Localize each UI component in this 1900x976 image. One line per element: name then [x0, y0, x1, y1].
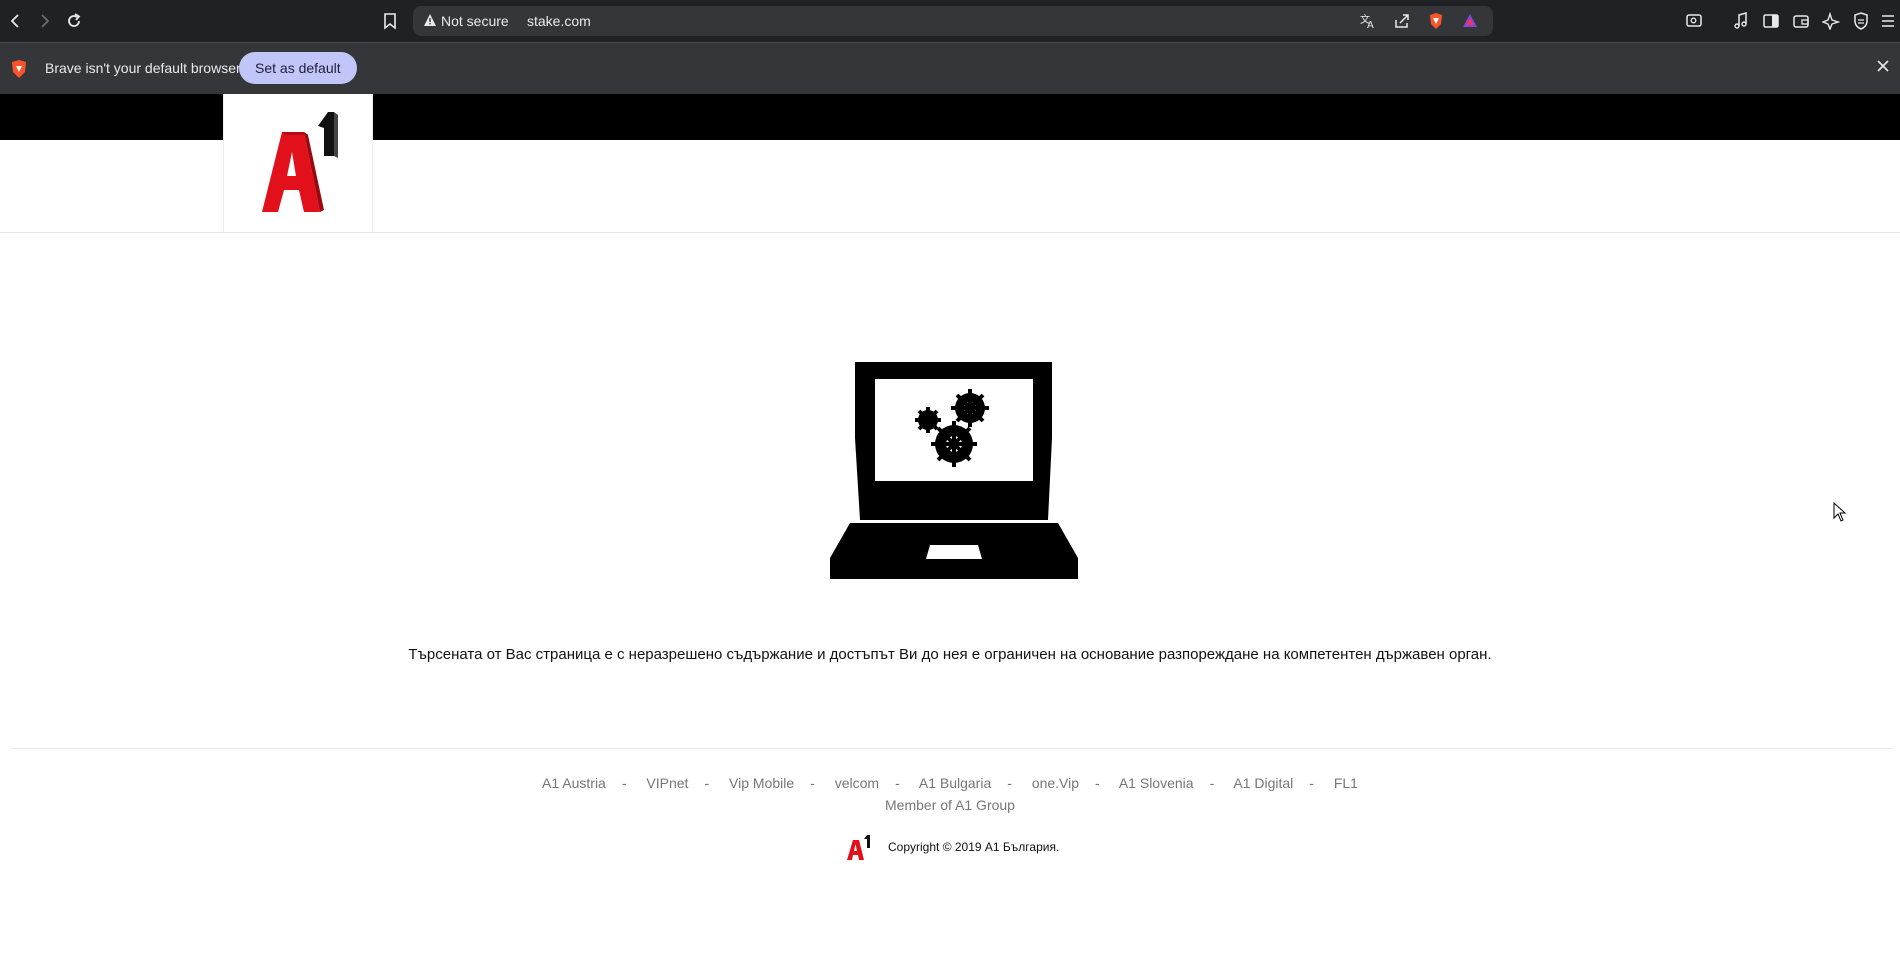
close-icon[interactable]: [1876, 59, 1890, 78]
footer-divider: [12, 748, 1892, 749]
member-of-group-text: Member of A1 Group: [885, 797, 1015, 813]
reload-icon[interactable]: [62, 9, 86, 33]
footer-link-vipnet[interactable]: VIPnet: [646, 775, 688, 791]
media-icon[interactable]: [1729, 9, 1753, 33]
share-icon[interactable]: [1393, 12, 1411, 35]
svg-text:A: A: [1367, 20, 1374, 30]
translate-icon[interactable]: 文A: [1359, 12, 1377, 35]
default-browser-infobar: Brave isn't your default browser Set as …: [0, 42, 1900, 94]
maintenance-laptop-icon: [830, 360, 1078, 585]
a1-logo[interactable]: [223, 94, 373, 232]
warning-icon: [423, 13, 437, 32]
reader-mode-icon[interactable]: [1682, 9, 1706, 33]
footer-link-a1-bulgaria[interactable]: A1 Bulgaria: [919, 775, 991, 791]
mouse-cursor-icon: [1833, 501, 1847, 527]
footer-link-velcom[interactable]: velcom: [835, 775, 879, 791]
back-icon[interactable]: [4, 9, 28, 33]
infobar-message: Brave isn't your default browser: [45, 60, 241, 76]
footer-link-a1-digital[interactable]: A1 Digital: [1233, 775, 1293, 791]
footer-link-one-vip[interactable]: one.Vip: [1032, 775, 1079, 791]
bookmark-icon[interactable]: [378, 9, 402, 33]
wallet-icon[interactable]: [1789, 9, 1813, 33]
a1-small-logo: [845, 834, 875, 867]
vpn-icon[interactable]: [1849, 9, 1873, 33]
brave-rewards-icon[interactable]: [1461, 12, 1479, 35]
footer-link-a1-austria[interactable]: A1 Austria: [542, 775, 606, 791]
browser-toolbar: Not secure stake.com 文A: [0, 0, 1900, 42]
brave-shields-icon[interactable]: [1427, 12, 1445, 35]
footer-link-a1-slovenia[interactable]: A1 Slovenia: [1119, 775, 1194, 791]
set-as-default-button[interactable]: Set as default: [239, 52, 357, 84]
address-bar[interactable]: Not secure stake.com 文A: [413, 6, 1493, 36]
forward-icon[interactable]: [32, 9, 56, 33]
footer-link-vip-mobile[interactable]: Vip Mobile: [729, 775, 794, 791]
footer-link-fl1[interactable]: FL1: [1334, 775, 1358, 791]
url-text[interactable]: stake.com: [527, 13, 591, 29]
blocked-access-message: Търсената от Вас страница е с неразрешен…: [408, 646, 1492, 663]
security-label[interactable]: Not secure: [441, 13, 509, 29]
menu-icon[interactable]: [1876, 9, 1900, 33]
brave-logo-icon: [10, 59, 28, 84]
footer-links: A1 Austria - VIPnet - Vip Mobile - velcom - …: [542, 775, 1358, 791]
leo-ai-icon[interactable]: [1819, 9, 1843, 33]
sidebar-icon[interactable]: [1759, 9, 1783, 33]
copyright-text: Copyright © 2019 А1 България.: [888, 840, 1060, 854]
